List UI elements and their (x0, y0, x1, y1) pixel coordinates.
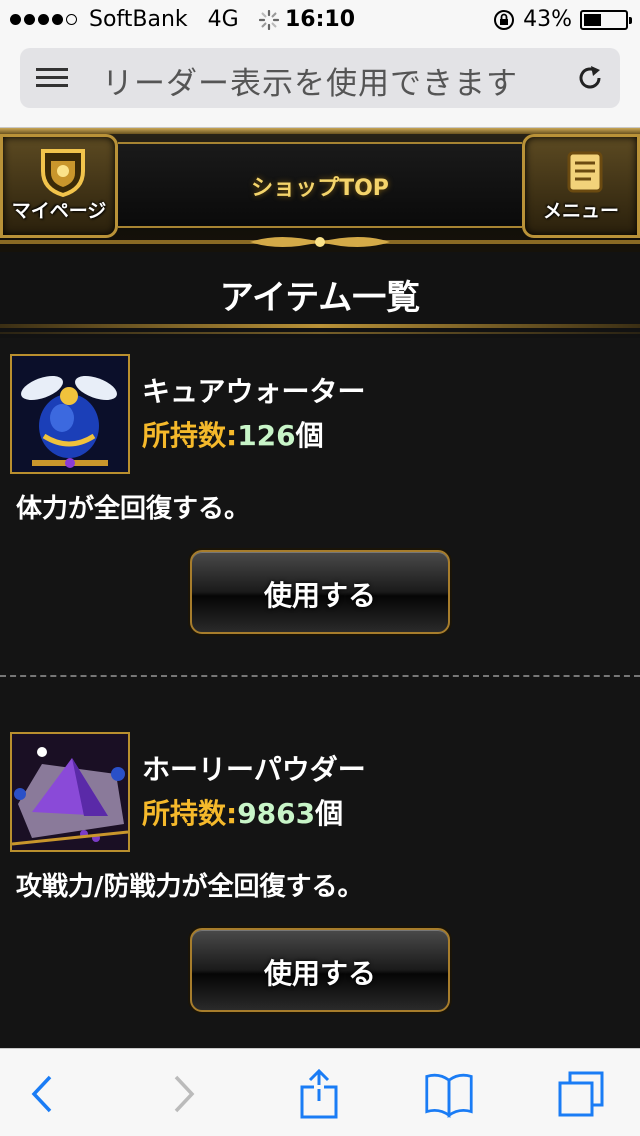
header-ornament (0, 237, 640, 247)
forward-icon[interactable] (158, 1069, 208, 1119)
status-bar: SoftBank 4G 16:10 43% (0, 0, 640, 40)
safari-toolbar (0, 1048, 640, 1136)
item-count: 所持数:126個 (142, 414, 324, 454)
tabs-icon[interactable] (556, 1069, 606, 1119)
mypage-label: マイページ (11, 200, 107, 222)
shop-top-title[interactable]: ショップTOP (118, 170, 522, 202)
battery-level-fill (584, 13, 601, 26)
back-icon[interactable] (18, 1069, 68, 1119)
item-count-unit: 個 (315, 797, 344, 830)
item-count-label: 所持数: (142, 419, 238, 452)
use-item-button[interactable]: 使用する (190, 928, 450, 1012)
reader-mode-icon[interactable] (36, 68, 68, 90)
item-divider (0, 675, 640, 677)
item-count: 所持数:9863個 (142, 792, 343, 832)
item-count-value: 9863 (237, 797, 316, 830)
rotation-lock-icon (494, 9, 515, 30)
use-item-button[interactable]: 使用する (190, 550, 450, 634)
game-header: ショップTOP マイページ メニュー (0, 128, 640, 252)
item-count-label: 所持数: (142, 797, 238, 830)
menu-label: メニュー (542, 200, 619, 222)
mypage-button[interactable]: マイページ (0, 134, 118, 238)
item-name: ホーリーパウダー (142, 753, 366, 786)
address-bar[interactable]: リーダー表示を使用できます (20, 48, 620, 108)
section-divider-bottom (0, 332, 640, 334)
share-icon[interactable] (294, 1069, 344, 1119)
use-item-button-label: 使用する (263, 579, 376, 612)
address-bar-text: リーダー表示を使用できます (102, 66, 518, 102)
scroll-icon (567, 151, 603, 193)
blue-potion-icon (10, 354, 130, 474)
status-right: 43% (493, 7, 632, 32)
purple-powder-icon (10, 732, 130, 852)
use-item-button-label: 使用する (263, 957, 376, 990)
battery-icon (580, 9, 632, 30)
item-description: 体力が全回復する。 (16, 494, 251, 524)
item-name: キュアウォーター (142, 375, 366, 408)
menu-button[interactable]: メニュー (522, 134, 640, 238)
bookmarks-icon[interactable] (424, 1069, 474, 1119)
item-count-value: 126 (237, 419, 296, 452)
header-center-panel: ショップTOP (118, 142, 522, 228)
item-count-unit: 個 (295, 419, 324, 452)
item-description: 攻戦力/防戦力が全回復する。 (16, 872, 364, 902)
section-divider-top (0, 324, 640, 328)
shield-icon (41, 149, 85, 197)
page-title: アイテム一覧 (219, 278, 421, 318)
reload-icon[interactable] (574, 62, 606, 94)
safari-address-area: リーダー表示を使用できます (0, 40, 640, 128)
battery-percent: 43% (523, 7, 572, 32)
